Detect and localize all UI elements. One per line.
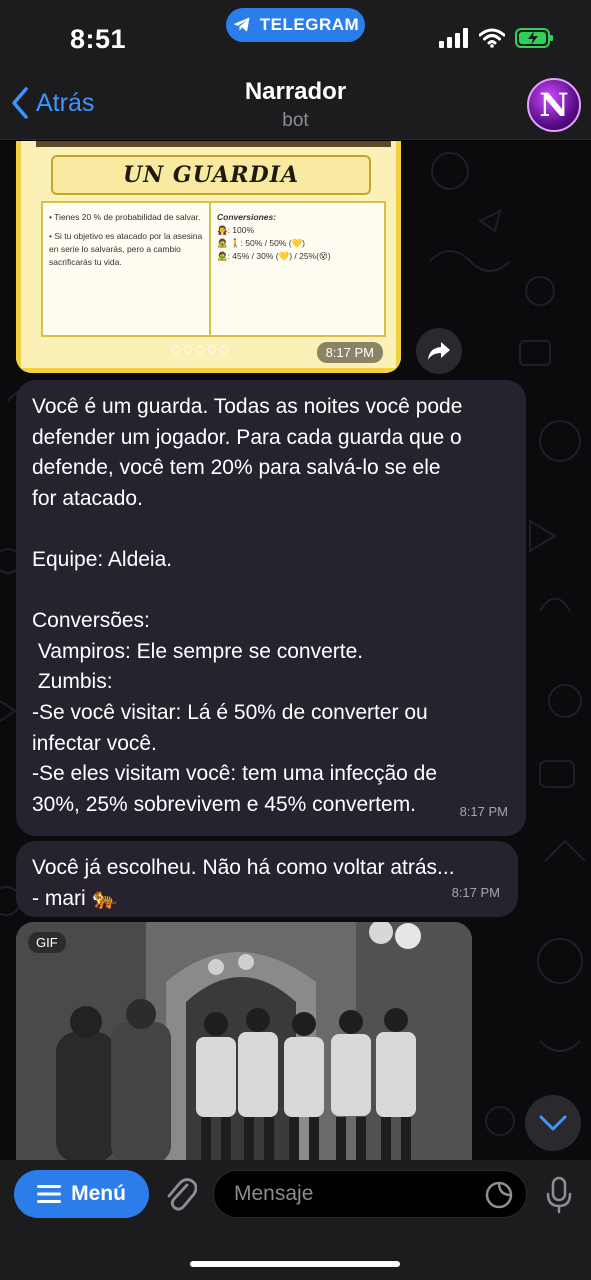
message-timestamp: 8:17 PM xyxy=(451,885,500,901)
telegram-pill[interactable]: TELEGRAM xyxy=(226,8,365,42)
message-bubble[interactable]: Você é um guarda. Todas as noites você p… xyxy=(16,380,526,836)
status-bar: 8:51 TELEGRAM xyxy=(0,0,591,70)
gif-frame xyxy=(16,922,472,1160)
attach-button[interactable] xyxy=(160,1172,202,1216)
message-input[interactable] xyxy=(213,1170,527,1218)
chevron-down-icon xyxy=(539,1115,567,1131)
card-conversions-heading: Conversiones: xyxy=(217,212,277,222)
role-card-image[interactable]: UN GUARDIA • Tienes 20 % de probabilidad… xyxy=(16,141,401,373)
status-time: 8:51 xyxy=(70,24,127,54)
role-card: UN GUARDIA • Tienes 20 % de probabilidad… xyxy=(16,141,401,373)
message-bubble[interactable]: Você já escolheu. Não há como voltar atr… xyxy=(16,841,518,917)
gif-message[interactable]: GIF xyxy=(16,922,472,1160)
card-diamonds: ◇◇◇◇◇ xyxy=(171,341,231,356)
status-icons xyxy=(439,28,555,48)
forward-arrow-icon xyxy=(428,342,450,360)
microphone-button[interactable] xyxy=(540,1174,578,1216)
forward-button[interactable] xyxy=(416,328,462,374)
gif-badge: GIF xyxy=(28,932,66,953)
card-timestamp: 8:17 PM xyxy=(316,342,383,363)
telegram-pill-label: TELEGRAM xyxy=(259,15,360,34)
menu-button[interactable]: Menú xyxy=(14,1170,149,1218)
home-indicator[interactable] xyxy=(190,1261,400,1267)
chat-title[interactable]: Narrador xyxy=(0,78,591,106)
card-text-box: • Tienes 20 % de probabilidad de salvar.… xyxy=(41,201,386,337)
telegram-plane-icon xyxy=(233,17,250,32)
card-left-line: • Si tu objetivo es atacado por la asesi… xyxy=(49,231,203,267)
card-left-line: • Tienes 20 % de probabilidad de salvar. xyxy=(49,212,201,222)
card-title-ribbon: UN GUARDIA xyxy=(51,155,371,195)
card-left-column: • Tienes 20 % de probabilidad de salvar.… xyxy=(43,203,211,335)
card-right-line: 🧛: 100% xyxy=(217,225,255,235)
battery-charging-icon xyxy=(515,28,553,48)
message-text: Você já escolheu. Não há como voltar atr… xyxy=(32,856,455,910)
card-art-strip xyxy=(36,141,391,147)
message-text: Você é um guarda. Todas as noites você p… xyxy=(32,395,463,816)
paperclip-icon xyxy=(167,1178,197,1211)
card-right-line: 🧟 🚶: 50% / 50% (💛) xyxy=(217,238,305,248)
menu-label: Menú xyxy=(71,1182,126,1205)
scroll-down-button[interactable] xyxy=(525,1095,581,1151)
card-title: UN GUARDIA xyxy=(122,162,300,188)
hamburger-icon xyxy=(37,1185,62,1203)
microphone-icon xyxy=(546,1176,572,1214)
signal-icon xyxy=(439,28,468,48)
chat-subtitle: bot xyxy=(282,110,309,131)
chat-area[interactable]: UN GUARDIA • Tienes 20 % de probabilidad… xyxy=(0,141,591,1160)
bot-avatar[interactable]: N xyxy=(527,78,581,132)
card-right-column: Conversiones: 🧛: 100% 🧟 🚶: 50% / 50% (💛)… xyxy=(211,203,384,335)
card-right-line: 🧟: 45% / 30% (💛) / 25%(😵) xyxy=(217,251,331,261)
sticker-icon[interactable] xyxy=(484,1180,514,1210)
wifi-icon xyxy=(479,28,505,48)
message-timestamp: 8:17 PM xyxy=(459,804,508,820)
chat-header: Atrás Narrador bot N xyxy=(0,70,591,140)
